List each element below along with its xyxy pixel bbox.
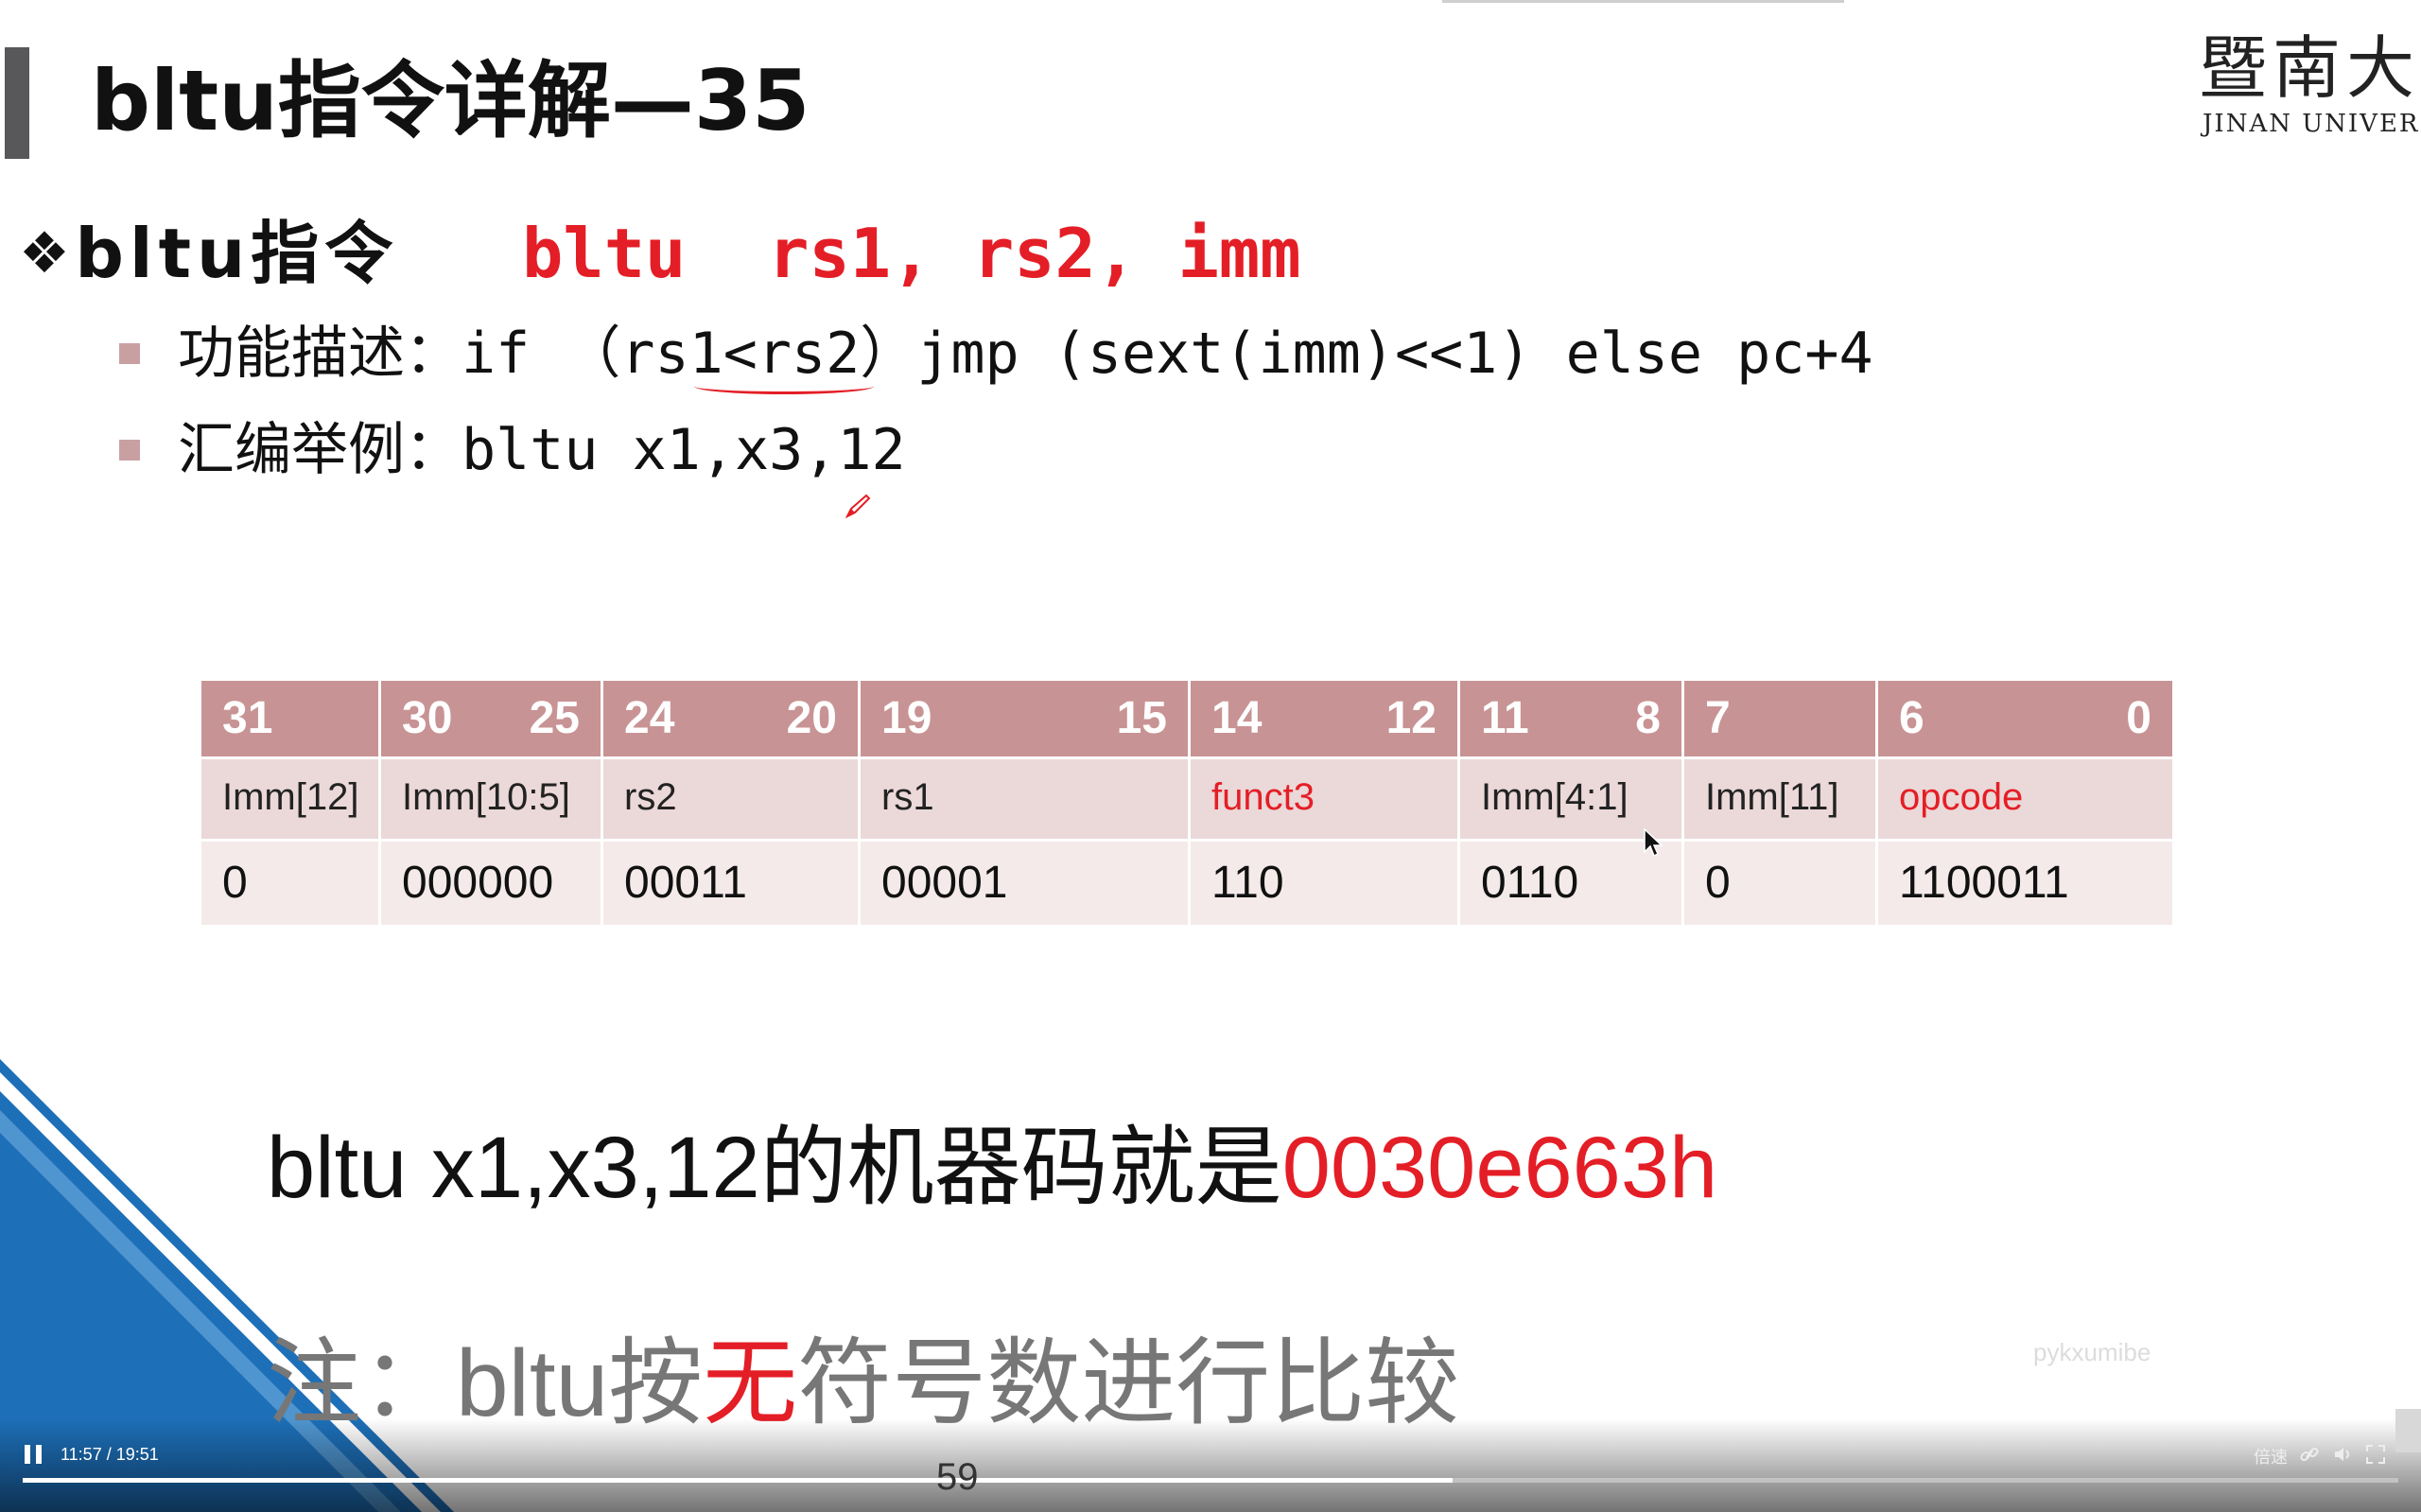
- playback-speed-button[interactable]: 倍速: [2254, 1444, 2288, 1469]
- machine-code-statement: bltu x1,x3,12的机器码就是0030e663h: [267, 1111, 1717, 1225]
- progress-bar-fill: [23, 1478, 1453, 1483]
- bit-low: 25: [529, 693, 580, 743]
- field-name-cell: Imm[12]: [201, 759, 381, 839]
- bit-range-cell: 14 12: [1191, 681, 1460, 756]
- bit-range-cell: 31: [201, 681, 381, 756]
- bit-high: 14: [1211, 693, 1263, 743]
- bit-range-cell: 30 25: [381, 681, 603, 756]
- machine-code-prefix: bltu x1,x3,12的机器码就是: [267, 1120, 1282, 1216]
- watermark: pykxumibe: [2033, 1338, 2151, 1366]
- university-logo: 暨南大学 JINAN UNIVERSITY: [2199, 28, 2421, 142]
- bit-range-cell: 11 8: [1460, 681, 1684, 756]
- field-name-cell: opcode: [1878, 759, 2175, 839]
- bit-high: 31: [222, 693, 273, 743]
- bit-high: 11: [1481, 693, 1529, 743]
- bit-low: 0: [2126, 693, 2151, 743]
- volume-icon[interactable]: [2332, 1443, 2355, 1466]
- field-value-cell: 0: [201, 842, 381, 925]
- bit-high: 19: [881, 693, 932, 743]
- bit-high: 30: [402, 693, 453, 743]
- bit-position-row: 31 30 25 24 20 19 15 14 12 11 8 7 6 0: [201, 681, 2175, 756]
- field-value-cell: 0: [1684, 842, 1878, 925]
- bit-range-cell: 19 15: [861, 681, 1191, 756]
- page-number: 59: [936, 1456, 979, 1498]
- field-value-cell: 1100011: [1878, 842, 2175, 925]
- field-name-cell: funct3: [1191, 759, 1460, 839]
- field-name-cell: Imm[11]: [1684, 759, 1878, 839]
- slide-title: bltu指令详解—35: [91, 52, 810, 149]
- instruction-encoding-table: 31 30 25 24 20 19 15 14 12 11 8 7 6 0 Imm[12] Imm[10:5…: [201, 681, 2175, 925]
- bit-range-cell: 7: [1684, 681, 1878, 756]
- assembly-example: 汇编举例：bltu x1,x3,12: [178, 417, 906, 483]
- bullet-square-icon: [119, 343, 140, 364]
- video-player-controls: [0, 1418, 2421, 1512]
- logo-english-name: JINAN UNIVERSITY: [2203, 110, 2421, 138]
- logo-chinese-name: 暨南大学: [2199, 28, 2421, 108]
- field-name-cell: Imm[10:5]: [381, 759, 603, 839]
- pen-cursor-icon: [845, 494, 871, 519]
- link-icon[interactable]: [2298, 1443, 2321, 1466]
- bit-high: 7: [1705, 693, 1731, 743]
- bit-high: 24: [624, 693, 675, 743]
- title-accent-bar: [5, 47, 29, 159]
- bit-high: 6: [1899, 693, 1925, 743]
- bit-low: 20: [786, 693, 837, 743]
- bit-range-cell: 24 20: [603, 681, 861, 756]
- field-value-row: 0 000000 00011 00001 110 0110 0 1100011: [201, 842, 2175, 925]
- field-name-cell: rs2: [603, 759, 861, 839]
- time-display: 11:57 / 19:51: [61, 1445, 159, 1464]
- diamond-bullet-icon: ❖: [19, 220, 70, 287]
- side-panel-handle[interactable]: [2395, 1409, 2421, 1452]
- red-underline-annotation: [694, 378, 874, 394]
- bit-range-cell: 60: [1878, 681, 2175, 756]
- function-description: 功能描述：if （rs1<rs2）jmp (sext(imm)<<1) else…: [178, 321, 1873, 387]
- fullscreen-icon[interactable]: [2364, 1443, 2387, 1466]
- field-value-cell: 110: [1191, 842, 1460, 925]
- bit-low: 8: [1635, 693, 1661, 743]
- field-value-cell: 00001: [861, 842, 1191, 925]
- pause-icon: [25, 1445, 30, 1464]
- instruction-heading: ❖ bltu指令: [19, 206, 398, 301]
- instruction-syntax: bltu rs1, rs2, imm: [522, 214, 1301, 293]
- bullet-square-icon: [119, 440, 140, 461]
- field-value-cell: 000000: [381, 842, 603, 925]
- bit-low: 12: [1385, 693, 1437, 743]
- machine-code-value: 0030e663h: [1281, 1120, 1718, 1216]
- top-divider: [1442, 0, 1844, 3]
- field-value-cell: 00011: [603, 842, 861, 925]
- bit-low: 15: [1116, 693, 1167, 743]
- mouse-cursor-icon: [1644, 827, 1663, 858]
- instruction-label: bltu指令: [75, 214, 399, 293]
- field-name-cell: rs1: [861, 759, 1191, 839]
- pause-button[interactable]: [23, 1445, 45, 1464]
- field-name-row: Imm[12] Imm[10:5] rs2 rs1 funct3 Imm[4:1] Imm[…: [201, 759, 2175, 839]
